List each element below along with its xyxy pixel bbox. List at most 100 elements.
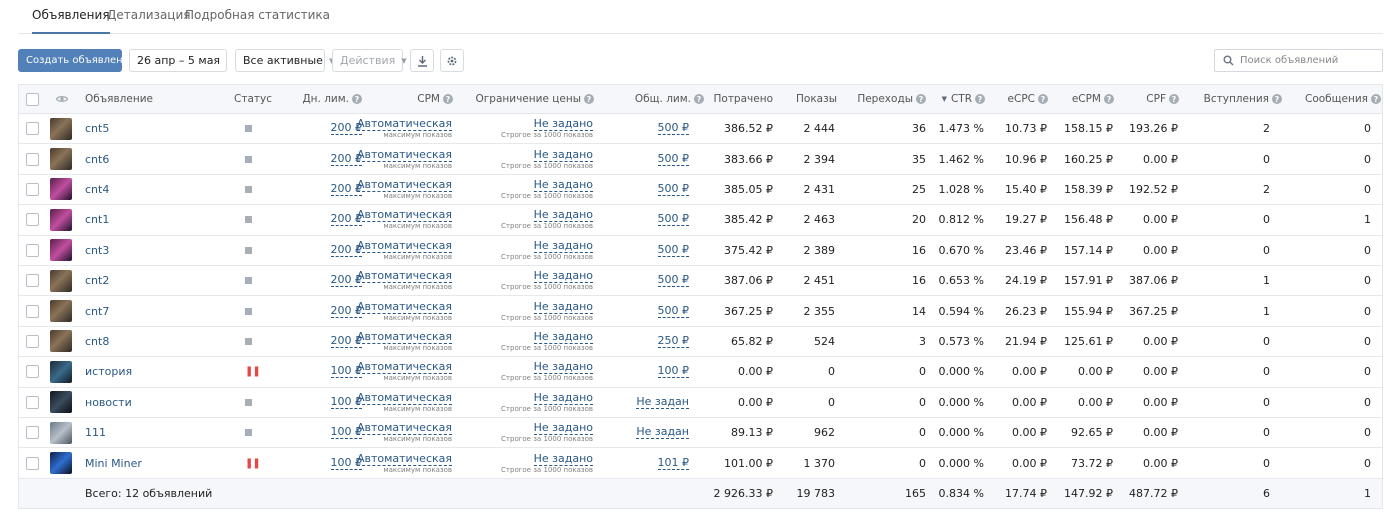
ad-thumbnail[interactable]	[50, 148, 72, 171]
row-checkbox[interactable]	[26, 122, 39, 136]
total-limit-link[interactable]: Не задан	[636, 426, 689, 440]
cpm-link[interactable]: Автоматическая	[356, 300, 452, 314]
table-row[interactable]: cnt6 200 ₽ Автоматическая максимум показов Н…	[19, 144, 1382, 175]
active-status-icon[interactable]	[245, 125, 252, 133]
help-icon[interactable]: ?	[1104, 94, 1114, 104]
help-icon[interactable]: ?	[916, 94, 926, 104]
col-cpm[interactable]: CPM?	[379, 85, 453, 113]
search-box[interactable]	[1214, 49, 1383, 72]
ad-thumbnail[interactable]	[50, 117, 72, 140]
tab-detailed-stats[interactable]: Подробная статистика	[185, 8, 330, 34]
price-limit-link[interactable]: Не задано	[533, 270, 593, 284]
visibility-toggle[interactable]	[56, 85, 68, 113]
ad-name-link[interactable]: cnt6	[85, 144, 109, 173]
search-input[interactable]	[1240, 55, 1380, 66]
ad-thumbnail[interactable]	[50, 360, 72, 383]
table-row[interactable]: cnt5 200 ₽ Автоматическая максимум показов Н…	[19, 114, 1382, 145]
ad-name-link[interactable]: cnt4	[85, 175, 109, 204]
col-ecpc[interactable]: eCPC?	[989, 85, 1048, 113]
total-limit-link[interactable]: 500 ₽	[657, 304, 689, 318]
table-row[interactable]: cnt4 200 ₽ Автоматическая максимум показов Н…	[19, 175, 1382, 206]
table-row[interactable]: cnt2 200 ₽ Автоматическая максимум показов Н…	[19, 266, 1382, 297]
total-limit-link[interactable]: 500 ₽	[657, 274, 689, 288]
active-status-icon[interactable]	[245, 216, 252, 224]
cpm-link[interactable]: Автоматическая	[356, 209, 452, 223]
tab-details[interactable]: Детализация	[107, 8, 191, 34]
active-status-icon[interactable]	[245, 429, 252, 437]
col-joins[interactable]: Вступления?	[1189, 85, 1282, 113]
total-limit-link[interactable]: 500 ₽	[657, 152, 689, 166]
col-ad[interactable]: Объявление	[85, 85, 153, 113]
col-clicks[interactable]: Переходы?	[844, 85, 926, 113]
table-row[interactable]: новости 100 ₽ Автоматическая максимум показ…	[19, 388, 1382, 418]
ad-thumbnail[interactable]	[50, 178, 72, 201]
actions-dropdown[interactable]: Действия ▼	[332, 49, 407, 72]
row-checkbox[interactable]	[26, 334, 39, 348]
cpm-link[interactable]: Автоматическая	[356, 239, 452, 253]
table-row[interactable]: cnt8 200 ₽ Автоматическая максимум показов Н…	[19, 327, 1382, 358]
help-icon[interactable]: ?	[1038, 94, 1048, 104]
total-limit-link[interactable]: 500 ₽	[657, 213, 689, 227]
price-limit-link[interactable]: Не задано	[533, 209, 593, 223]
price-limit-link[interactable]: Не задано	[533, 118, 593, 132]
ad-thumbnail[interactable]	[50, 452, 72, 475]
ad-thumbnail[interactable]	[50, 300, 72, 323]
col-spent[interactable]: Потрачено	[699, 85, 774, 113]
select-all-checkbox[interactable]	[26, 92, 39, 106]
total-limit-link[interactable]: 100 ₽	[657, 365, 689, 379]
help-icon[interactable]: ?	[1169, 94, 1179, 104]
ad-name-link[interactable]: история	[85, 357, 132, 386]
active-status-icon[interactable]	[245, 185, 252, 193]
table-row[interactable]: cnt3 200 ₽ Автоматическая максимум показов Н…	[19, 236, 1382, 266]
tab-ads[interactable]: Объявления	[32, 8, 110, 34]
ad-name-link[interactable]: cnt1	[85, 205, 109, 234]
cpm-link[interactable]: Автоматическая	[356, 270, 452, 284]
row-checkbox[interactable]	[26, 395, 39, 409]
price-limit-link[interactable]: Не задано	[533, 361, 593, 375]
ad-name-link[interactable]: 111	[85, 418, 106, 447]
pause-icon[interactable]: ❚❚	[245, 366, 261, 377]
help-icon[interactable]: ?	[975, 94, 985, 104]
help-icon[interactable]: ?	[1272, 94, 1282, 104]
active-status-icon[interactable]	[245, 246, 252, 254]
row-checkbox[interactable]	[26, 304, 39, 318]
cpm-link[interactable]: Автоматическая	[356, 178, 452, 192]
row-checkbox[interactable]	[26, 274, 39, 288]
active-status-icon[interactable]	[245, 307, 252, 315]
price-limit-link[interactable]: Не задано	[533, 239, 593, 253]
ad-name-link[interactable]: cnt2	[85, 266, 109, 295]
cpm-link[interactable]: Автоматическая	[356, 330, 452, 344]
col-price-limit[interactable]: Ограничение цены?	[459, 85, 594, 113]
cpm-link[interactable]: Автоматическая	[356, 361, 452, 375]
ad-thumbnail[interactable]	[50, 421, 72, 444]
ad-thumbnail[interactable]	[50, 391, 72, 414]
pause-icon[interactable]: ❚❚	[245, 458, 261, 469]
table-row[interactable]: cnt7 200 ₽ Автоматическая максимум показов Н…	[19, 296, 1382, 327]
date-range-picker[interactable]: 26 апр – 5 мая	[129, 49, 227, 72]
active-status-icon[interactable]	[245, 277, 252, 285]
ad-name-link[interactable]: Mini Miner	[85, 448, 142, 477]
price-limit-link[interactable]: Не задано	[533, 452, 593, 466]
ad-name-link[interactable]: cnt5	[85, 114, 109, 143]
col-ecpm[interactable]: eCPM?	[1054, 85, 1114, 113]
col-messages[interactable]: Сообщения?	[1289, 85, 1381, 113]
status-filter-select[interactable]: Все активные ▼	[235, 49, 334, 72]
row-checkbox[interactable]	[26, 243, 39, 257]
row-checkbox[interactable]	[26, 456, 39, 470]
price-limit-link[interactable]: Не задано	[533, 422, 593, 436]
ad-thumbnail[interactable]	[50, 269, 72, 292]
table-row[interactable]: история ❚❚ 100 ₽ Автоматическая максимум пок…	[19, 357, 1382, 388]
help-icon[interactable]: ?	[443, 94, 453, 104]
settings-button[interactable]	[440, 49, 464, 72]
ad-name-link[interactable]: cnt8	[85, 327, 109, 356]
ad-thumbnail[interactable]	[50, 239, 72, 262]
active-status-icon[interactable]	[245, 155, 252, 163]
total-limit-link[interactable]: 500 ₽	[657, 122, 689, 136]
cpm-link[interactable]: Автоматическая	[356, 452, 452, 466]
price-limit-link[interactable]: Не задано	[533, 148, 593, 162]
col-total-limit[interactable]: Общ. лим.?	[609, 85, 704, 113]
ad-name-link[interactable]: cnt7	[85, 296, 109, 325]
row-checkbox[interactable]	[26, 182, 39, 196]
create-ad-button[interactable]: Создать объявление	[18, 49, 135, 72]
ad-thumbnail[interactable]	[50, 208, 72, 231]
